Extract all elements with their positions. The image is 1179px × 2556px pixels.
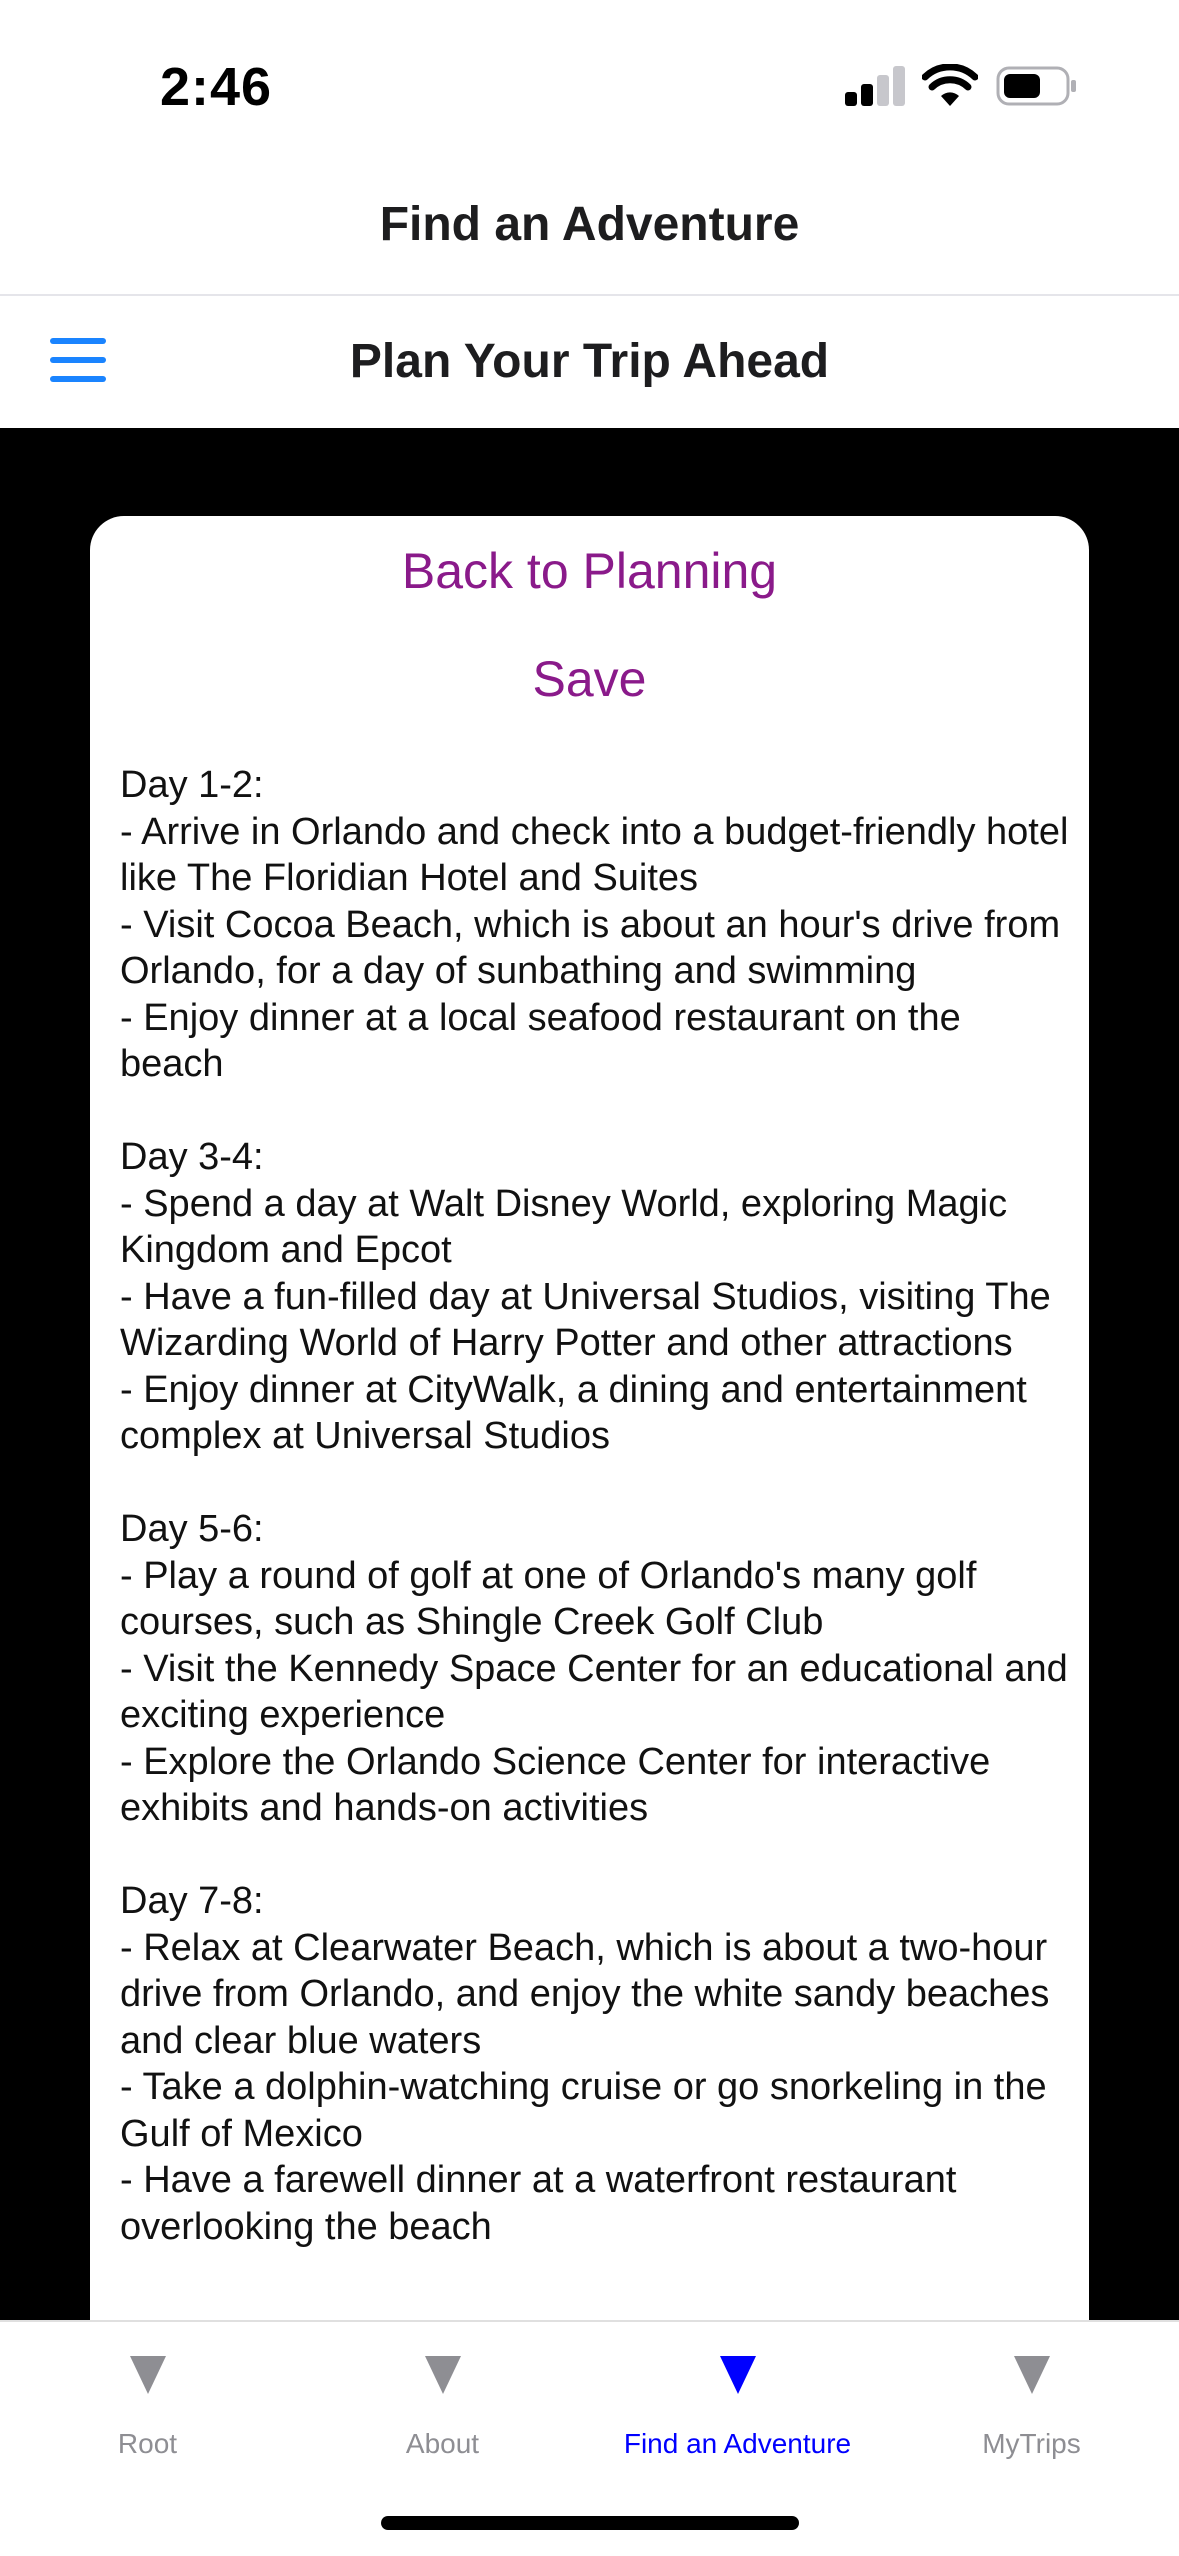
- status-bar: 2:46: [0, 0, 1179, 170]
- tab-label: Root: [117, 2428, 178, 2459]
- tab-root[interactable]: Root: [0, 2322, 295, 2502]
- itinerary-text: Day 1-2: - Arrive in Orlando and check i…: [120, 764, 1069, 2248]
- status-time: 2:46: [160, 57, 273, 117]
- triangle-down-icon: [129, 2356, 166, 2394]
- itinerary-card: Back to Planning Save Day 1-2: - Arrive …: [90, 516, 1089, 2416]
- battery-icon: [996, 66, 1076, 106]
- tab-label: Find an Adventure: [623, 2428, 852, 2459]
- triangle-down-icon: [1013, 2356, 1050, 2394]
- subheader-title: Plan Your Trip Ahead: [349, 335, 830, 388]
- home-indicator[interactable]: [381, 2516, 799, 2530]
- tab-about[interactable]: About: [295, 2322, 590, 2502]
- subheader: Plan Your Trip Ahead: [0, 296, 1179, 428]
- tab-find-an-adventure[interactable]: Find an Adventure: [590, 2322, 885, 2502]
- app-screen: 2:46 Find an Adventure Plan Your Trip Ah…: [0, 0, 1179, 2556]
- back-to-planning-button[interactable]: Back to Planning: [90, 542, 1089, 600]
- triangle-down-icon: [424, 2356, 461, 2394]
- tab-label: About: [405, 2428, 480, 2459]
- cellular-signal-icon: [845, 66, 907, 106]
- tab-label: MyTrips: [982, 2428, 1081, 2459]
- page-title: Find an Adventure: [379, 198, 800, 251]
- save-button[interactable]: Save: [90, 650, 1089, 708]
- triangle-down-icon: [719, 2356, 756, 2394]
- tab-mytrips[interactable]: MyTrips: [884, 2322, 1179, 2502]
- wifi-icon: [922, 64, 978, 106]
- hamburger-menu-icon[interactable]: [50, 338, 106, 382]
